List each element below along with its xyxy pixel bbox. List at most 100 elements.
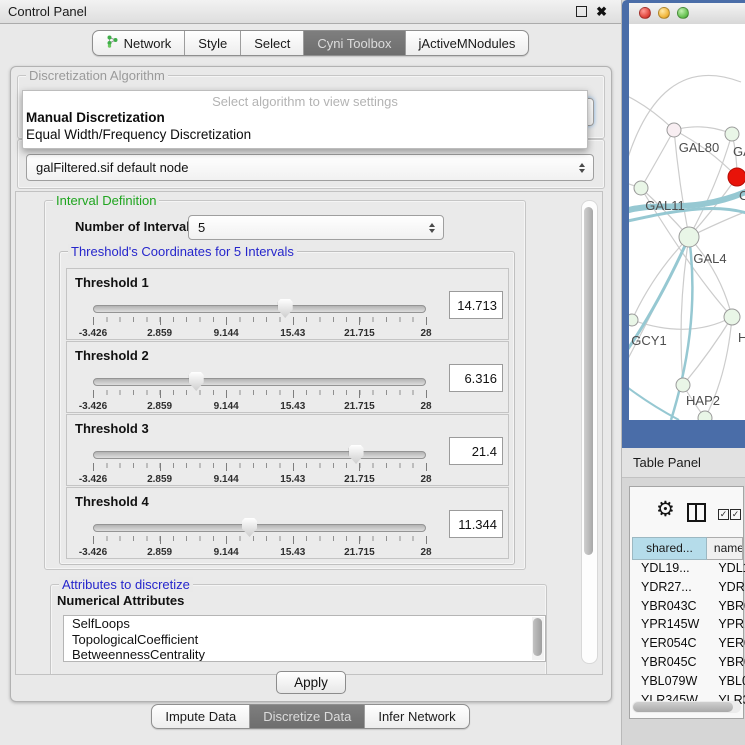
gear-icon[interactable]: ⚙ [656, 499, 675, 520]
tick-label: 15.43 [280, 401, 305, 412]
table-row[interactable]: YDR27...YDR2 [632, 580, 745, 599]
network-node-gal11[interactable] [634, 181, 648, 195]
slider-thumb[interactable] [278, 299, 293, 318]
close-icon[interactable]: ✖ [596, 5, 607, 18]
network-node[interactable] [698, 411, 712, 420]
network-node-hap2[interactable] [676, 378, 690, 392]
vertical-scrollbar[interactable] [581, 200, 598, 664]
algorithm-options: Manual DiscretizationEqual Width/Frequen… [23, 109, 587, 143]
threshold-label: Threshold 2 [75, 348, 149, 363]
network-node-gal4[interactable] [679, 227, 699, 247]
slider-thumb[interactable] [242, 518, 257, 537]
attribute-item-betweennesscentrality[interactable]: BetweennessCentrality [64, 647, 545, 662]
float-window-icon[interactable] [576, 6, 587, 17]
table-cell: YBR043C [632, 599, 713, 618]
slider-track[interactable] [93, 378, 426, 386]
tab-infer-network[interactable]: Infer Network [364, 705, 468, 728]
network-canvas[interactable]: GAL80GACGAL11GAL4GCY1HHAP2 [629, 24, 745, 420]
tick-label: 28 [420, 474, 431, 485]
network-node-h[interactable] [724, 309, 740, 325]
table-cell: YDR2 [713, 580, 745, 599]
major-tick [359, 317, 360, 325]
tab-network[interactable]: Network [93, 31, 185, 55]
tab-jactivemnodules[interactable]: jActiveMNodules [405, 31, 529, 55]
tick-label: 28 [420, 401, 431, 412]
threshold-slider[interactable]: -3.4262.8599.14415.4321.71528 [93, 524, 426, 532]
network-node-ga[interactable] [725, 127, 739, 141]
close-traffic-light-icon[interactable] [639, 7, 651, 19]
major-tick [160, 536, 161, 544]
slider-track[interactable] [93, 524, 426, 532]
threshold-slider[interactable]: -3.4262.8599.14415.4321.71528 [93, 305, 426, 313]
threshold-label: Threshold 4 [75, 494, 149, 509]
bottom-tabstrip: Impute DataDiscretize DataInfer Network [151, 704, 469, 729]
columns-icon[interactable] [687, 503, 706, 522]
table-cell: YER0 [713, 636, 745, 655]
column-header-shared-[interactable]: shared... [632, 537, 707, 560]
network-edge[interactable] [629, 94, 674, 130]
table-row[interactable]: YBR045CYBR0 [632, 655, 745, 674]
threshold-value-field[interactable]: 21.4 [449, 437, 503, 465]
list-scrollbar[interactable] [532, 617, 544, 660]
table-cell: YPR145W [632, 617, 713, 636]
network-node-c[interactable] [728, 168, 745, 186]
table-cell: YBR045C [632, 655, 713, 674]
tab-select[interactable]: Select [240, 31, 303, 55]
horizontal-scrollbar-thumb[interactable] [633, 702, 733, 712]
tick-label: 2.859 [147, 328, 172, 339]
table-row[interactable]: YBL079WYBL0 [632, 674, 745, 693]
zoom-traffic-light-icon[interactable] [677, 7, 689, 19]
table-row[interactable]: YER054CYER0 [632, 636, 745, 655]
tick-label: 28 [420, 328, 431, 339]
table-row[interactable]: YDL19...YDL1 [632, 561, 745, 580]
attribute-item-topologicalcoefficient[interactable]: TopologicalCoefficient [64, 632, 545, 648]
checkbox-icon[interactable]: ✓ [718, 509, 729, 520]
threshold-value-field[interactable]: 11.344 [449, 510, 503, 538]
network-edge[interactable] [689, 237, 732, 317]
tick-label: 21.715 [344, 401, 375, 412]
threshold-slider[interactable]: -3.4262.8599.14415.4321.71528 [93, 451, 426, 459]
checkbox-icon[interactable]: ✓ [730, 509, 741, 520]
tick-label: 15.43 [280, 474, 305, 485]
slider-thumb[interactable] [349, 445, 364, 464]
network-node-gcy1[interactable] [629, 314, 638, 326]
vertical-scrollbar-thumb[interactable] [584, 207, 593, 555]
major-tick [293, 390, 294, 398]
major-tick [160, 317, 161, 325]
network-node-gal80[interactable] [667, 123, 681, 137]
threshold-slider[interactable]: -3.4262.8599.14415.4321.71528 [93, 378, 426, 386]
tab-cyni-toolbox[interactable]: Cyni Toolbox [303, 31, 404, 55]
column-header-name[interactable]: name [707, 537, 743, 560]
network-edge[interactable] [641, 130, 674, 188]
slider-ticks [93, 390, 426, 395]
table-data-combobox[interactable]: galFiltered.sif default node [26, 154, 594, 181]
slider-track[interactable] [93, 305, 426, 313]
tab-style[interactable]: Style [184, 31, 240, 55]
panel-title: Control Panel [0, 4, 87, 19]
threshold-value-field[interactable]: 6.316 [449, 364, 503, 392]
network-edge[interactable] [674, 127, 732, 134]
minimize-traffic-light-icon[interactable] [658, 7, 670, 19]
slider-track[interactable] [93, 451, 426, 459]
thresholds-group: Threshold's Coordinates for 5 Intervals … [59, 251, 515, 565]
num-intervals-combobox[interactable]: 5 [188, 215, 444, 240]
threshold-value-field[interactable]: 14.713 [449, 291, 503, 319]
tab-discretize-data[interactable]: Discretize Data [249, 705, 364, 728]
algorithm-option-manual-discretization[interactable]: Manual Discretization [23, 109, 587, 126]
tick-label: -3.426 [79, 474, 107, 485]
major-tick [93, 390, 94, 398]
slider-thumb[interactable] [189, 372, 204, 391]
table-row[interactable]: YBR043CYBR0 [632, 599, 745, 618]
right-region: GAL80GACGAL11GAL4GCY1HHAP2 Table Panel ⚙… [622, 0, 745, 745]
horizontal-scrollbar[interactable] [632, 701, 741, 713]
algorithm-group-label: Discretization Algorithm [26, 68, 168, 83]
algorithm-option-equal-width-frequency-discretization[interactable]: Equal Width/Frequency Discretization [23, 126, 587, 143]
numerical-attributes-list[interactable]: SelfLoopsTopologicalCoefficientBetweenne… [63, 615, 546, 662]
table-row[interactable]: YPR145WYPR1 [632, 617, 745, 636]
major-tick [426, 536, 427, 544]
bottom-tab-bar: Impute DataDiscretize DataInfer Network [0, 704, 621, 729]
list-scrollbar-thumb[interactable] [533, 618, 542, 656]
attribute-item-selfloops[interactable]: SelfLoops [64, 616, 545, 632]
apply-button[interactable]: Apply [276, 671, 346, 694]
tab-impute-data[interactable]: Impute Data [152, 705, 249, 728]
